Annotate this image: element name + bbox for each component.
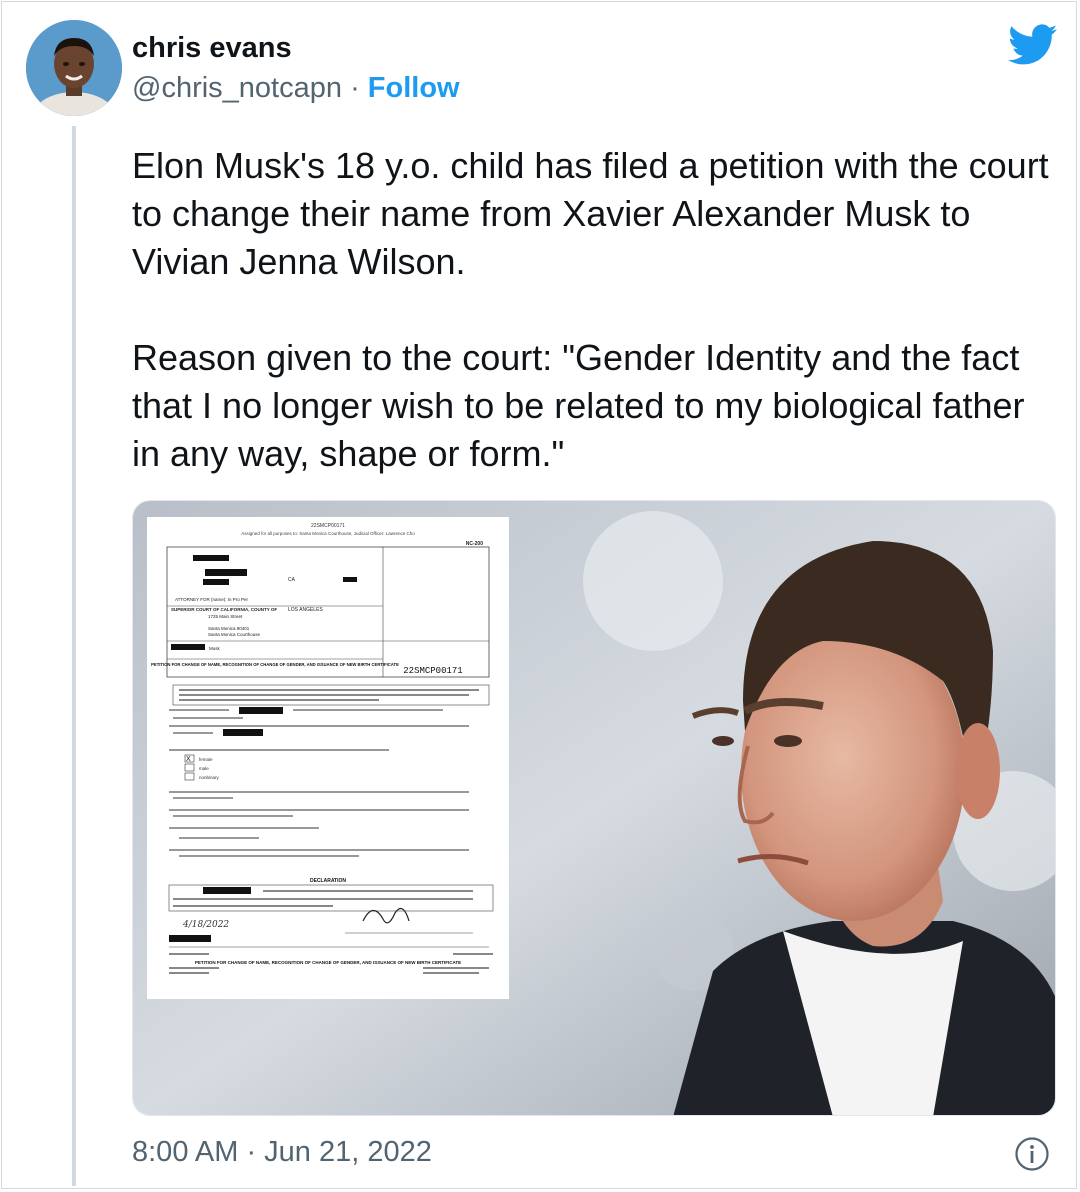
tweet-paragraph-1: Elon Musk's 18 y.o. child has filed a pe… [132,145,1049,282]
svg-text:nonbinary: nonbinary [199,775,220,780]
svg-text:1725 Main Street: 1725 Main Street [208,614,243,619]
separator-dot: · [350,72,360,104]
tweet-timestamp[interactable]: 8:00 AM · Jun 21, 2022 [132,1136,432,1169]
tweet-media-image[interactable]: 22SMCP00171 Assigned for all purposes to… [132,500,1056,1116]
svg-text:4/18/2022: 4/18/2022 [182,920,229,930]
svg-text:22SMCP00171: 22SMCP00171 [403,666,462,676]
tweet-card: chris evans @chris_notcapn · Follow Elon… [1,1,1077,1189]
tweet-paragraph-2: Reason given to the court: "Gender Ident… [132,337,1025,474]
handle-row: @chris_notcapn · Follow [132,72,460,105]
svg-text:female: female [199,757,213,762]
svg-text:PETITION FOR CHANGE OF NAME, R: PETITION FOR CHANGE OF NAME, RECOGNITION… [195,960,461,965]
avatar[interactable] [26,20,122,116]
author-name[interactable]: chris evans [132,32,292,65]
twitter-bird-icon[interactable] [1008,24,1058,66]
svg-text:SUPERIOR COURT OF CALIFORNIA,: SUPERIOR COURT OF CALIFORNIA, COUNTY OF [171,607,277,612]
svg-text:22SMCP00171: 22SMCP00171 [311,523,345,529]
svg-text:DECLARATION: DECLARATION [310,878,346,884]
svg-text:ATTORNEY FOR (name): In Pro Pe: ATTORNEY FOR (name): In Pro Per [175,597,249,602]
svg-text:NC-200: NC-200 [466,541,483,547]
svg-text:PETITION FOR CHANGE OF NAME, R: PETITION FOR CHANGE OF NAME, RECOGNITION… [151,662,399,667]
svg-text:Assigned for all purposes to:: Assigned for all purposes to: Santa Moni… [241,531,415,536]
tweet-text: Elon Musk's 18 y.o. child has filed a pe… [132,142,1052,478]
svg-text:X: X [186,756,191,763]
svg-text:Santa Monica Courthouse: Santa Monica Courthouse [208,632,261,637]
svg-text:Musk: Musk [209,646,221,651]
svg-text:male: male [199,766,209,771]
svg-text:Santa Monica 90401: Santa Monica 90401 [208,626,250,631]
info-icon[interactable] [1014,1136,1050,1172]
thread-line [72,126,76,1186]
author-handle[interactable]: @chris_notcapn [132,72,342,104]
svg-text:CA: CA [288,577,296,583]
svg-text:LOS ANGELES: LOS ANGELES [288,607,323,613]
follow-button[interactable]: Follow [368,72,460,104]
petition-document: 22SMCP00171 Assigned for all purposes to… [147,517,509,999]
